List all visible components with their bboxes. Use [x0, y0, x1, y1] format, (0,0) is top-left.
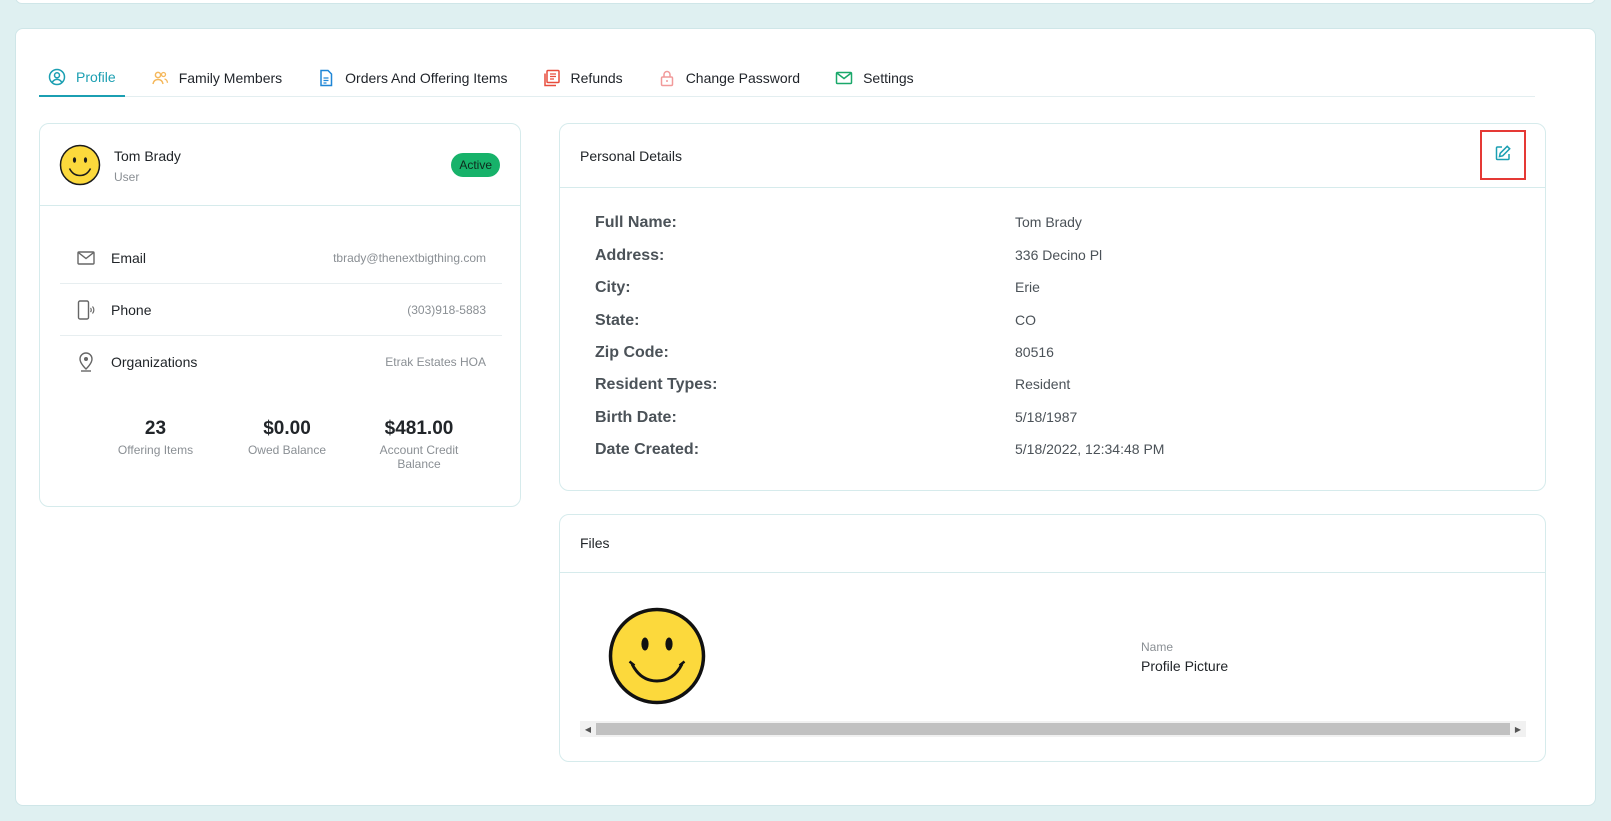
scroll-right-icon[interactable]: ▶	[1510, 721, 1526, 737]
detail-value: Resident	[1015, 376, 1071, 392]
file-name: Profile Picture	[1141, 658, 1229, 674]
detail-value: 80516	[1015, 344, 1054, 360]
detail-key: Resident Types:	[595, 376, 718, 393]
stat-value: $481.00	[384, 418, 454, 439]
profile-name: Tom Brady	[114, 148, 181, 164]
profile-header: Tom Brady User Active	[40, 124, 520, 206]
info-label: Phone	[111, 301, 152, 318]
tab-label: Refunds	[570, 70, 623, 86]
status-badge: Active	[451, 153, 500, 177]
stat-offering-items: 23 Offering Items	[108, 418, 203, 471]
stats: 23 Offering Items $0.00 Owed Balance $48…	[108, 418, 467, 471]
detail-value: Erie	[1015, 279, 1040, 295]
detail-row-date-created: Date Created: 5/18/2022, 12:34:48 PM	[595, 441, 1525, 459]
stat-caption: Owed Balance	[247, 443, 327, 457]
tab-settings[interactable]: Settings	[826, 59, 923, 97]
location-pin-icon	[76, 352, 96, 372]
stat-owed-balance: $0.00 Owed Balance	[203, 418, 371, 471]
tab-profile[interactable]: Profile	[39, 59, 125, 97]
personal-details-header: Personal Details	[560, 124, 1545, 188]
files-header: Files	[560, 515, 1545, 573]
detail-value: 5/18/1987	[1015, 409, 1078, 425]
edit-icon	[1494, 144, 1512, 167]
detail-key: City:	[595, 279, 631, 296]
profile-role: User	[114, 170, 140, 184]
lock-icon	[658, 69, 676, 87]
card-title: Personal Details	[580, 148, 682, 164]
info-value: tbrady@thenextbigthing.com	[333, 250, 486, 265]
profile-card: Tom Brady User Active Email tbrady@thene…	[39, 123, 521, 507]
detail-row-birth-date: Birth Date: 5/18/1987	[595, 409, 1525, 427]
detail-row-state: State: CO	[595, 312, 1525, 330]
info-value: Etrak Estates HOA	[385, 355, 486, 369]
avatar	[59, 144, 101, 186]
users-icon	[151, 69, 169, 87]
tab-label: Family Members	[178, 70, 283, 86]
stat-caption: Offering Items	[117, 443, 194, 457]
tab-family-members[interactable]: Family Members	[142, 59, 291, 97]
tab-label: Profile	[76, 69, 116, 85]
info-label: Email	[111, 249, 147, 266]
file-name-caption: Name	[1141, 640, 1174, 654]
user-circle-icon	[48, 68, 66, 86]
detail-row-address: Address: 336 Decino Pl	[595, 247, 1525, 265]
detail-row-city: City: Erie	[595, 279, 1525, 297]
info-row-phone: Phone (303)918-5883	[60, 284, 502, 336]
detail-key: Address:	[595, 247, 665, 264]
tab-label: Change Password	[685, 70, 801, 86]
detail-key: Zip Code:	[595, 344, 669, 361]
card-title: Files	[580, 535, 610, 551]
files-card: Files Name Profile Picture ◀ ▶	[559, 514, 1546, 762]
tab-bar: Profile Family Members Orders And Offeri…	[39, 59, 1535, 97]
tab-label: Orders And Offering Items	[345, 70, 508, 86]
tab-refunds[interactable]: Refunds	[534, 59, 632, 97]
detail-value: CO	[1015, 312, 1036, 328]
file-thumbnail[interactable]	[608, 607, 706, 705]
main-card: Profile Family Members Orders And Offeri…	[15, 28, 1596, 806]
edit-button[interactable]	[1480, 130, 1526, 180]
mail-icon	[835, 69, 853, 87]
detail-key: Full Name:	[595, 214, 677, 231]
detail-value: Tom Brady	[1015, 214, 1082, 230]
detail-key: Date Created:	[595, 441, 700, 458]
mail-icon	[76, 250, 96, 265]
info-label: Organizations	[111, 354, 198, 370]
horizontal-scrollbar[interactable]: ◀ ▶	[580, 721, 1526, 737]
detail-value: 336 Decino Pl	[1015, 247, 1103, 263]
top-card	[15, 0, 1596, 4]
detail-key: State:	[595, 312, 640, 329]
receipt-icon	[543, 69, 561, 87]
detail-key: Birth Date:	[595, 409, 677, 426]
phone-icon	[76, 299, 96, 320]
stat-value: 23	[144, 418, 167, 439]
document-icon	[317, 69, 335, 87]
tab-label: Settings	[863, 70, 914, 86]
stat-caption: Account Credit Balance	[379, 443, 459, 471]
scroll-left-icon[interactable]: ◀	[580, 721, 596, 737]
detail-row-zip-code: Zip Code: 80516	[595, 344, 1525, 362]
detail-row-resident-types: Resident Types: Resident	[595, 376, 1525, 394]
info-row-organizations: Organizations Etrak Estates HOA	[60, 336, 502, 388]
detail-row-full-name: Full Name: Tom Brady	[595, 214, 1525, 232]
info-value: (303)918-5883	[407, 302, 486, 317]
personal-details-card: Personal Details Full Name: Tom Brady Ad…	[559, 123, 1546, 491]
scrollbar-thumb[interactable]	[596, 723, 1510, 735]
stat-value: $0.00	[263, 418, 311, 439]
tab-change-password[interactable]: Change Password	[649, 59, 809, 97]
tab-orders[interactable]: Orders And Offering Items	[308, 59, 516, 97]
stat-account-credit-balance: $481.00 Account Credit Balance	[371, 418, 467, 471]
info-row-email: Email tbrady@thenextbigthing.com	[60, 232, 502, 284]
detail-value: 5/18/2022, 12:34:48 PM	[1015, 441, 1165, 457]
